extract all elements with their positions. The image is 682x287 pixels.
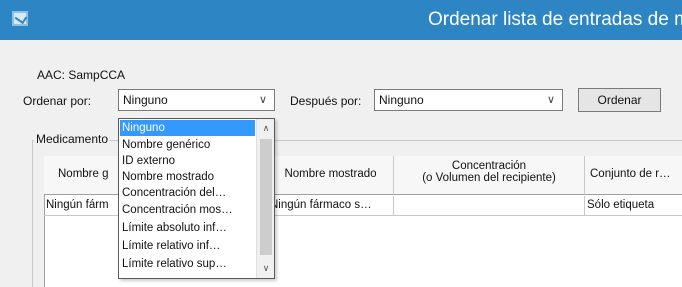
- title-bar: Ordenar lista de entradas de me: [0, 0, 682, 40]
- dropdown-item[interactable]: Ninguno: [120, 120, 255, 136]
- scrollbar-thumb[interactable]: [260, 139, 272, 255]
- table-cell[interactable]: Sólo etiqueta: [585, 196, 682, 216]
- dropdown-item[interactable]: Límite absoluto inf…: [120, 220, 255, 236]
- ordenar-por-select[interactable]: Ninguno ∨: [118, 89, 275, 111]
- scroll-up-icon[interactable]: ∧: [257, 119, 275, 137]
- dropdown-item[interactable]: Concentración del…: [120, 185, 255, 201]
- column-header-label-line2: (o Volumen del recipiente): [422, 172, 556, 184]
- despues-por-label: Después por:: [290, 94, 362, 108]
- aac-label: AAC: SampCCA: [37, 68, 126, 82]
- column-header-label-line1: Concentración: [451, 160, 527, 172]
- column-header-label: Conjunto de r…: [590, 168, 671, 180]
- dropdown-item[interactable]: Nombre mostrado: [120, 169, 255, 185]
- ordenar-button[interactable]: Ordenar: [578, 88, 661, 112]
- dropdown-item[interactable]: ID externo: [120, 153, 255, 169]
- table-cell[interactable]: [394, 196, 585, 216]
- scroll-down-icon[interactable]: ∨: [257, 259, 275, 277]
- dropdown-item[interactable]: Límite relativo inf…: [120, 238, 255, 254]
- column-header-nombre-mostrado[interactable]: Nombre mostrado: [268, 156, 394, 195]
- table-cell[interactable]: Ningún fármaco s…: [268, 196, 394, 216]
- group-title: Medicamento: [34, 132, 111, 146]
- app-icon: [12, 11, 28, 26]
- dropdown-item[interactable]: Nombre genérico: [120, 137, 255, 153]
- window-title: Ordenar lista de entradas de me: [428, 9, 682, 30]
- ordenar-por-dropdown-list[interactable]: Ninguno Nombre genérico ID externo Nombr…: [118, 118, 275, 279]
- ordenar-por-value: Ninguno: [123, 93, 168, 107]
- despues-por-select[interactable]: Ninguno ∨: [374, 89, 563, 111]
- chevron-down-icon[interactable]: ∨: [540, 90, 562, 110]
- column-header-conjunto[interactable]: Conjunto de r…: [585, 156, 682, 195]
- chevron-down-icon[interactable]: ∨: [252, 90, 274, 110]
- dropdown-item[interactable]: Concentración mos…: [120, 202, 255, 218]
- despues-por-value: Ninguno: [379, 93, 424, 107]
- dropdown-scrollbar[interactable]: ∧ ∨: [256, 119, 274, 278]
- ordenar-por-label: Ordenar por:: [23, 94, 92, 108]
- column-header-label: Nombre mostrado: [284, 168, 377, 180]
- dropdown-item[interactable]: Límite relativo sup…: [120, 256, 255, 272]
- column-header-concentracion[interactable]: Concentración (o Volumen del recipiente): [394, 156, 585, 195]
